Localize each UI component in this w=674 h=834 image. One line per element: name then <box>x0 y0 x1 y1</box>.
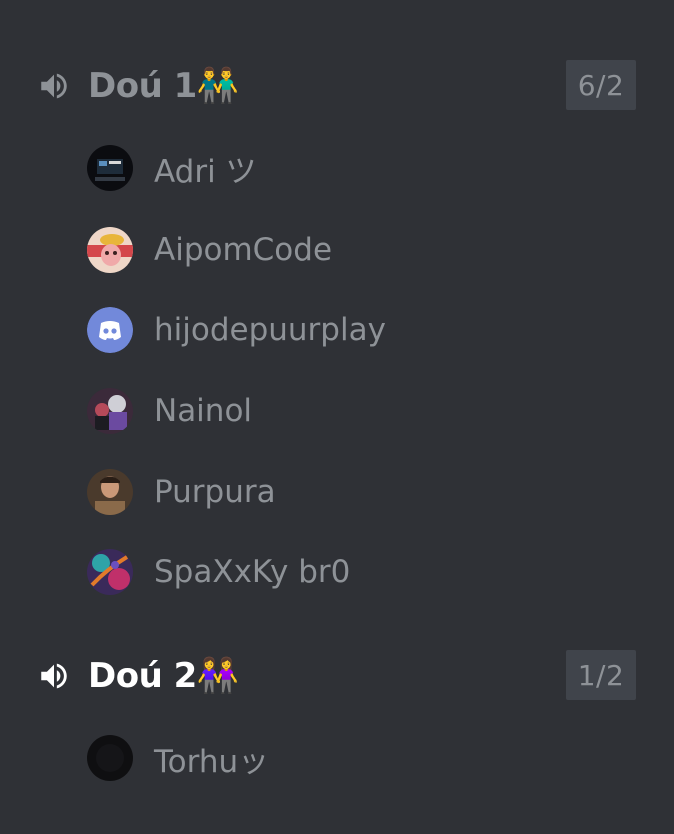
avatar <box>87 549 133 595</box>
speaker-icon <box>36 67 74 105</box>
avatar <box>87 735 133 781</box>
member-name: hijodepuurplay <box>154 312 386 348</box>
avatar <box>87 388 133 434</box>
voice-member[interactable]: SpaXxKy br0 <box>87 548 350 596</box>
member-name: Purpura <box>154 474 276 510</box>
member-name: AipomCode <box>154 232 333 268</box>
channel-name: Doú 1👬 <box>88 66 239 106</box>
avatar <box>87 145 133 191</box>
user-limit-badge: 1/2 <box>566 650 636 700</box>
member-name: SpaXxKy br0 <box>154 554 351 590</box>
voice-member[interactable]: hijodepuurplay <box>87 306 386 354</box>
channel-name: Doú 2👭 <box>88 656 239 696</box>
avatar <box>87 227 133 273</box>
member-name: Adri ツ <box>154 153 257 190</box>
user-limit-badge: 6/2 <box>566 60 636 110</box>
member-name: Torhuッ <box>154 743 270 780</box>
voice-member[interactable]: AipomCode <box>87 226 332 274</box>
voice-member[interactable]: Purpura <box>87 468 276 516</box>
avatar <box>87 469 133 515</box>
channel-header[interactable]: Doú 2👭 1/2 <box>36 650 636 702</box>
voice-member[interactable]: Adri ツ <box>87 144 257 192</box>
member-name: Nainol <box>154 393 253 429</box>
speaker-icon <box>36 657 74 695</box>
voice-member[interactable]: Nainol <box>87 387 252 435</box>
discord-default-avatar <box>87 307 133 353</box>
voice-member[interactable]: Torhuッ <box>87 734 269 782</box>
channel-header[interactable]: Doú 1👬 6/2 <box>36 60 636 112</box>
